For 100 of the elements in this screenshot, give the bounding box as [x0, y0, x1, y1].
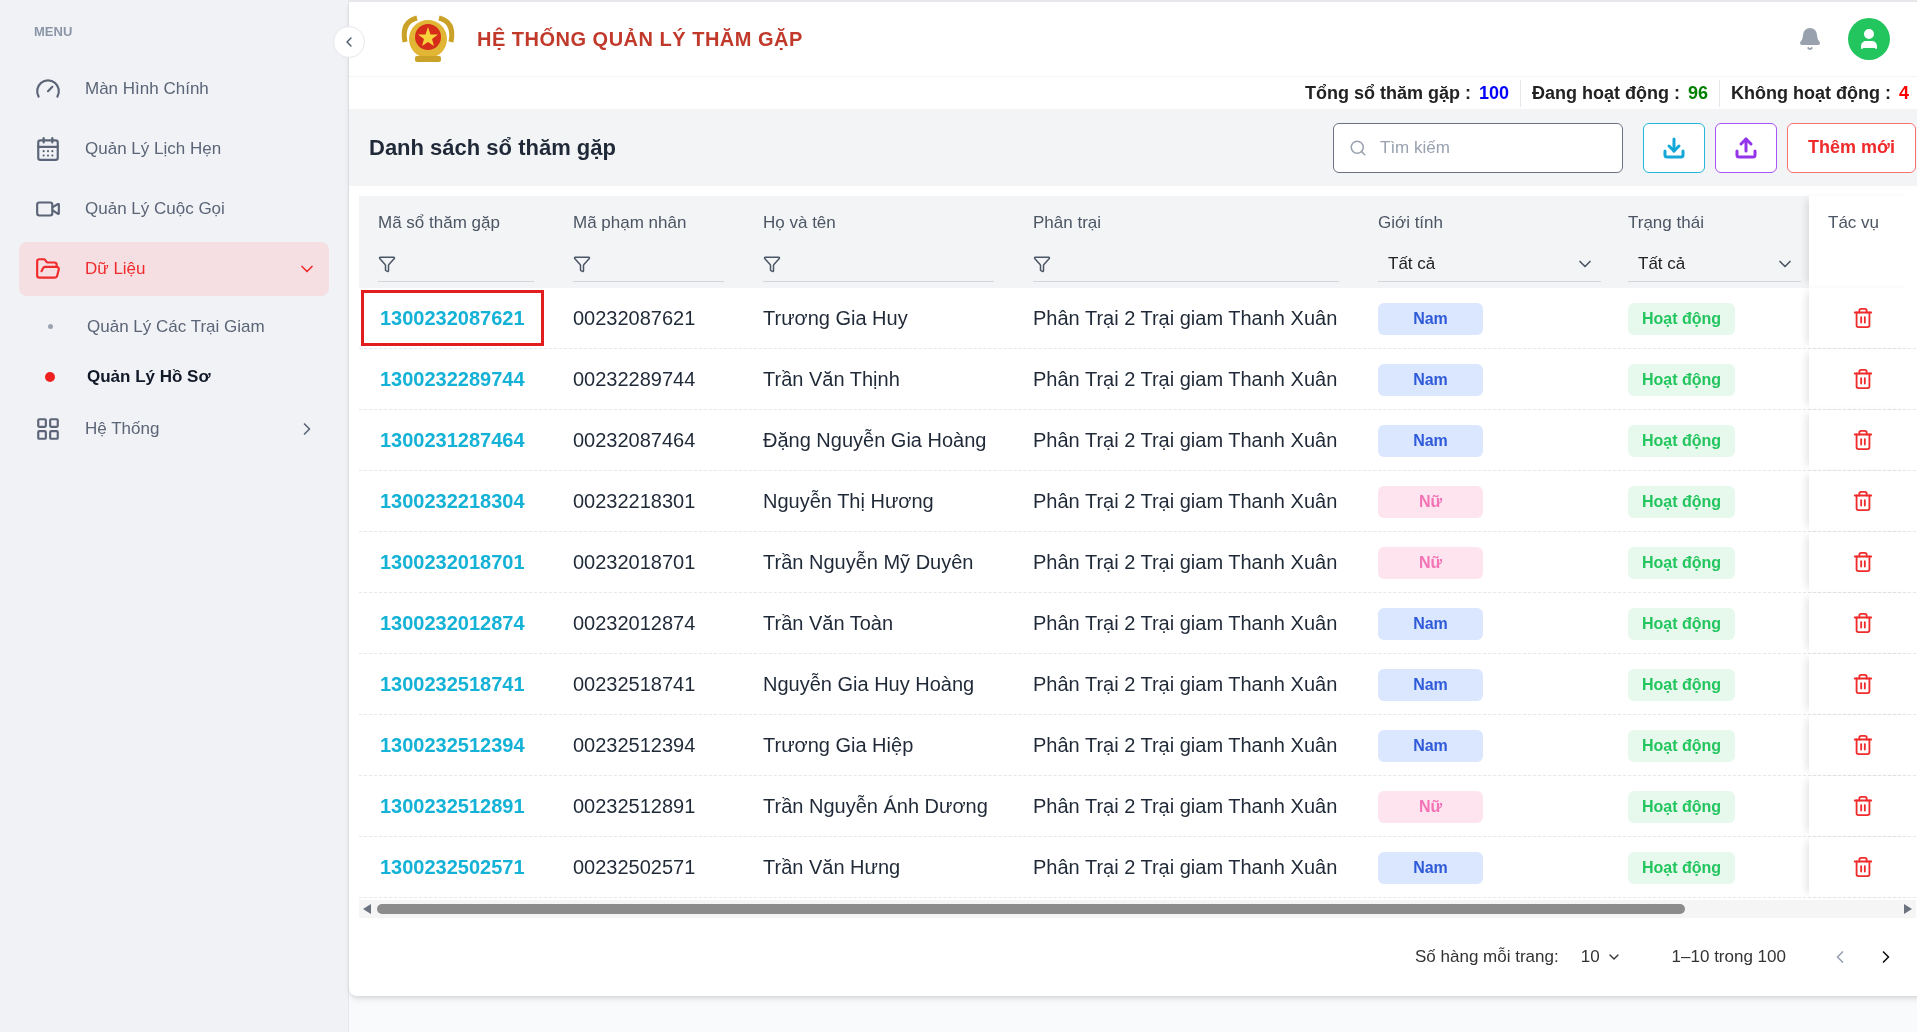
- table-cell: Nguyễn Gia Huy Hoàng: [763, 673, 975, 695]
- record-code-link[interactable]: 1300232289744: [361, 351, 544, 407]
- search-field[interactable]: Tìm kiếm: [1333, 122, 1623, 173]
- sidebar-subitem[interactable]: Quản Lý Hồ Sơ: [19, 351, 329, 402]
- delete-icon[interactable]: [1851, 673, 1874, 695]
- rows-per-page-select[interactable]: 10: [1580, 944, 1622, 970]
- table-cell: 00232518741: [573, 673, 696, 695]
- record-code-link[interactable]: 1300232218304: [361, 473, 544, 529]
- filter-icon: [378, 255, 396, 273]
- select-value: Tất cả: [1388, 253, 1437, 276]
- table-cell: Phân Trại 2 Trại giam Thanh Xuân: [1033, 673, 1338, 695]
- status-tag: Hoạt động: [1628, 607, 1736, 640]
- delete-icon[interactable]: [1851, 490, 1874, 512]
- sidebar-item[interactable]: Quản Lý Cuộc Gọi: [19, 181, 329, 236]
- delete-icon[interactable]: [1851, 429, 1874, 451]
- gender-tag: Nữ: [1378, 485, 1483, 518]
- record-code-link[interactable]: 1300231287464: [361, 412, 544, 468]
- gender-tag: Nữ: [1378, 790, 1483, 823]
- stat-value: 4: [1899, 81, 1909, 105]
- sidebar-item[interactable]: Màn Hình Chính: [19, 61, 329, 116]
- status-tag: Hoạt động: [1628, 546, 1736, 579]
- delete-icon[interactable]: [1851, 734, 1874, 756]
- app-title: HỆ THỐNG QUẢN LÝ THĂM GẶP: [477, 26, 803, 52]
- column-header: Họ và tên: [763, 212, 837, 234]
- stat-value: 100: [1478, 81, 1509, 105]
- table-cell: 00232218301: [573, 490, 696, 512]
- record-code-link[interactable]: 1300232012874: [361, 595, 544, 651]
- horizontal-scrollbar[interactable]: [359, 900, 1916, 918]
- delete-icon[interactable]: [1851, 551, 1874, 573]
- stat-label: Đang hoạt động :: [1532, 81, 1680, 105]
- sidebar-subitem[interactable]: Quản Lý Các Trại Giam: [19, 301, 329, 352]
- table-cell: Trương Gia Huy: [763, 307, 908, 329]
- table-cell: Trương Gia Hiệp: [763, 734, 914, 756]
- table-cell: 00232512891: [573, 795, 696, 817]
- filter-icon: [573, 255, 591, 273]
- column-select[interactable]: Tất cả: [1628, 247, 1801, 282]
- sidebar-item[interactable]: Dữ Liệu: [19, 241, 329, 296]
- table-cell: Trần Văn Thịnh: [763, 368, 900, 390]
- table-cell: Trần Nguyễn Mỹ Duyên: [763, 551, 974, 573]
- sidebar-item[interactable]: Quản Lý Lịch Hẹn: [19, 121, 329, 176]
- rows-per-page-label: Số hàng mỗi trang:: [1415, 946, 1559, 969]
- upload-button[interactable]: [1715, 122, 1777, 173]
- stat-label: Không hoạt động :: [1731, 81, 1891, 105]
- page-range: 1–10 trong 100: [1671, 946, 1786, 969]
- menu-icon: [35, 415, 61, 442]
- gender-tag: Nam: [1378, 302, 1483, 335]
- upload-icon: [1734, 135, 1758, 160]
- menu-icon: [35, 135, 61, 162]
- column-header: Giới tính: [1378, 212, 1444, 234]
- status-tag: Hoạt động: [1628, 729, 1736, 762]
- column-header: Phân trại: [1033, 212, 1103, 234]
- add-new-button[interactable]: Thêm mới: [1787, 122, 1916, 173]
- delete-icon[interactable]: [1851, 856, 1874, 878]
- menu-icon: [35, 255, 61, 282]
- gender-tag: Nữ: [1378, 546, 1483, 579]
- filter-icon: [763, 255, 781, 273]
- delete-icon[interactable]: [1851, 368, 1874, 390]
- record-code-link[interactable]: 1300232087621: [361, 290, 544, 346]
- record-code-link[interactable]: 1300232512891: [361, 778, 544, 834]
- table-cell: 00232087464: [573, 429, 696, 451]
- table-cell: Phân Trại 2 Trại giam Thanh Xuân: [1033, 368, 1338, 390]
- status-tag: Hoạt động: [1628, 790, 1736, 823]
- select-value: Tất cả: [1638, 253, 1687, 276]
- status-tag: Hoạt động: [1628, 668, 1736, 701]
- table-cell: Trần Văn Hưng: [763, 856, 901, 878]
- column-select[interactable]: Tất cả: [1378, 247, 1601, 282]
- table-cell: 00232502571: [573, 856, 696, 878]
- column-header: Mã sổ thăm gặp: [378, 212, 501, 234]
- record-code-link[interactable]: 1300232018701: [361, 534, 544, 590]
- scroll-right-icon[interactable]: [1904, 904, 1912, 914]
- card-title: Danh sách sổ thăm gặp: [369, 134, 617, 162]
- record-code-link[interactable]: 1300232502571: [361, 839, 544, 895]
- gender-tag: Nam: [1378, 363, 1483, 396]
- delete-icon[interactable]: [1851, 307, 1874, 329]
- stat-label: Tổng sổ thăm gặp :: [1304, 81, 1471, 105]
- table-cell: Phân Trại 2 Trại giam Thanh Xuân: [1033, 307, 1338, 329]
- delete-icon[interactable]: [1851, 795, 1874, 817]
- table-cell: Nguyễn Thị Hương: [763, 490, 934, 512]
- table-cell: Phân Trại 2 Trại giam Thanh Xuân: [1033, 612, 1338, 634]
- table-cell: Phân Trại 2 Trại giam Thanh Xuân: [1033, 856, 1338, 878]
- scroll-left-icon[interactable]: [363, 904, 371, 914]
- stat-value: 96: [1688, 81, 1709, 105]
- table-cell: 00232512394: [573, 734, 696, 756]
- gender-tag: Nam: [1378, 424, 1483, 457]
- table-cell: Phân Trại 2 Trại giam Thanh Xuân: [1033, 795, 1338, 817]
- table-cell: Phân Trại 2 Trại giam Thanh Xuân: [1033, 429, 1338, 451]
- delete-icon[interactable]: [1851, 612, 1874, 634]
- bell-icon[interactable]: [1798, 27, 1822, 51]
- record-code-link[interactable]: 1300232518741: [361, 656, 544, 712]
- bullet-icon: [48, 324, 53, 329]
- sidebar-item[interactable]: Hệ Thống: [19, 401, 329, 456]
- table-cell: 00232018701: [573, 551, 696, 573]
- status-tag: Hoạt động: [1628, 851, 1736, 884]
- column-header: Tác vụ: [1828, 212, 1881, 234]
- filter-icon: [1033, 255, 1051, 273]
- download-button[interactable]: [1643, 122, 1705, 173]
- avatar[interactable]: [1848, 18, 1890, 60]
- record-code-link[interactable]: 1300232512394: [361, 717, 544, 773]
- gender-tag: Nam: [1378, 668, 1483, 701]
- status-tag: Hoạt động: [1628, 363, 1736, 396]
